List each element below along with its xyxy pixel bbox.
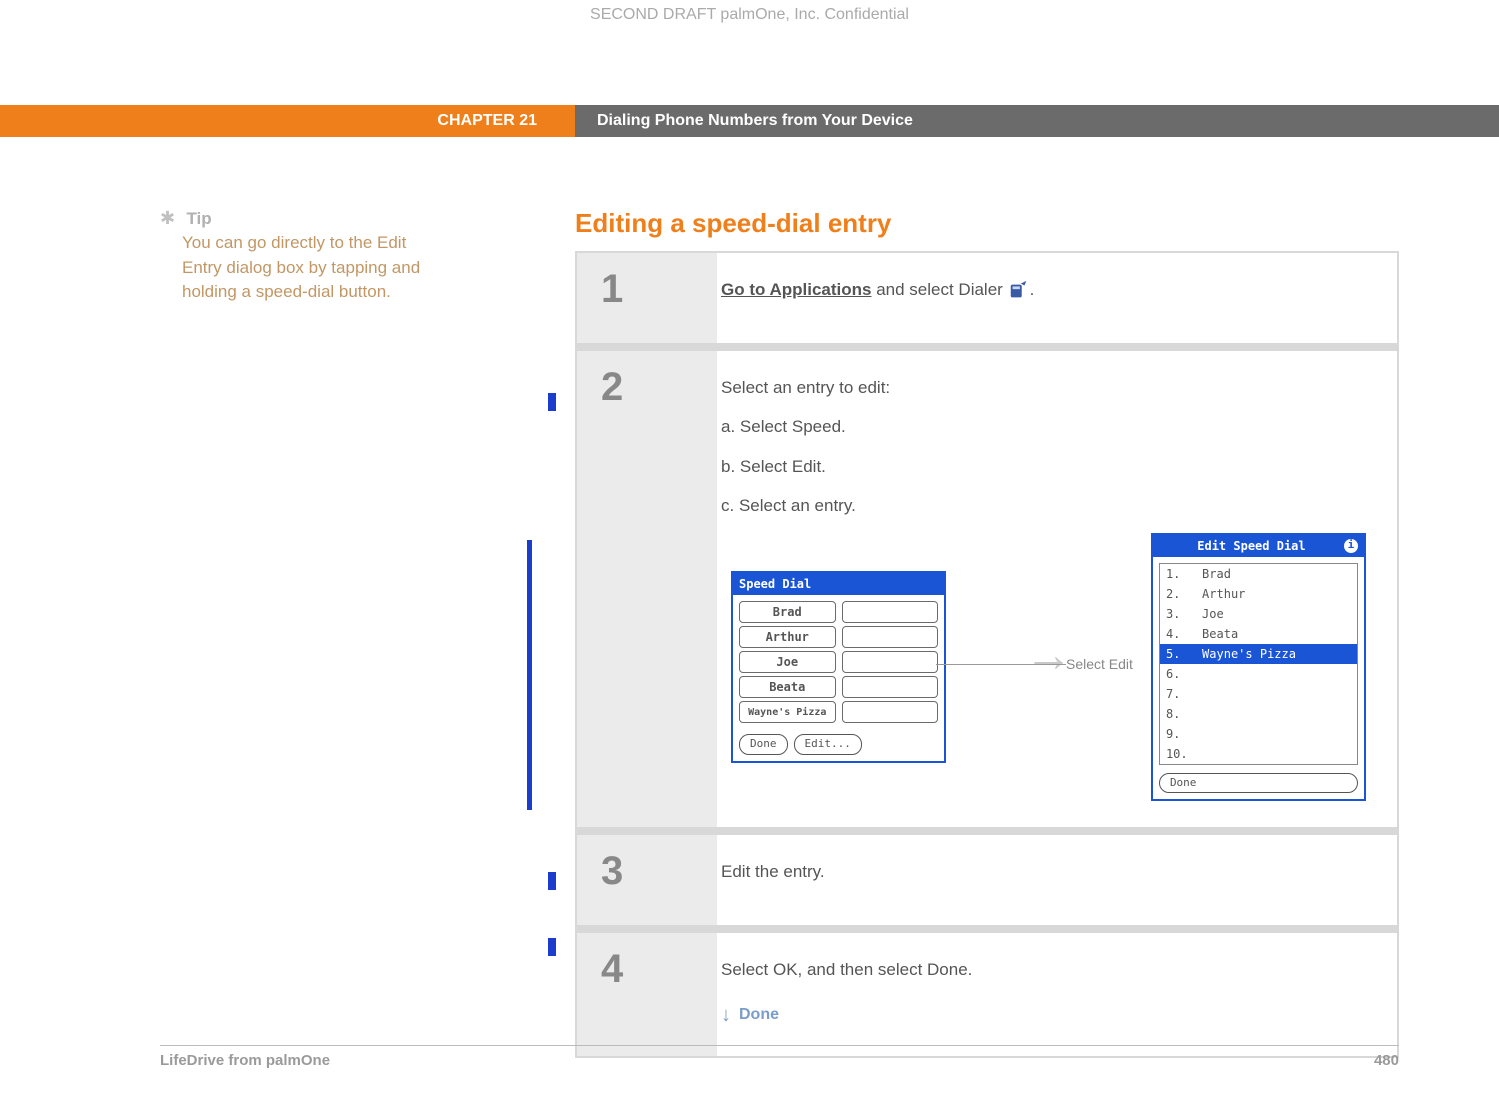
speed-dial-empty[interactable] xyxy=(842,701,939,723)
step-2: 2 Select an entry to edit: a. Select Spe… xyxy=(577,351,1397,836)
step-1-text: and select Dialer xyxy=(871,280,1007,299)
chapter-number: CHAPTER 21 xyxy=(0,105,575,137)
revision-marker-icon xyxy=(527,540,532,810)
speed-dial-entry[interactable]: Beata xyxy=(739,676,836,698)
step-4-text: Select OK, and then select Done. xyxy=(721,957,1367,983)
page-footer: LifeDrive from palmOne 480 xyxy=(160,1045,1399,1069)
speed-dial-done-button[interactable]: Done xyxy=(739,734,788,755)
footer-product: LifeDrive from palmOne xyxy=(160,1052,330,1069)
footer-page-number: 480 xyxy=(1374,1052,1399,1069)
chapter-title: Dialing Phone Numbers from Your Device xyxy=(575,105,1499,137)
step-number: 2 xyxy=(577,351,717,828)
tip-body: You can go directly to the Edit Entry di… xyxy=(182,231,432,305)
tip-asterisk-icon: ✱ xyxy=(160,208,182,229)
chapter-bar: CHAPTER 21 Dialing Phone Numbers from Yo… xyxy=(0,105,1499,137)
step-number: 3 xyxy=(577,835,717,925)
revision-marker-icon xyxy=(548,938,556,956)
tip-sidebar: ✱ Tip You can go directly to the Edit En… xyxy=(160,208,575,1058)
list-item[interactable]: 4. Beata xyxy=(1160,624,1357,644)
list-item[interactable]: 2. Arthur xyxy=(1160,584,1357,604)
revision-marker-icon xyxy=(548,393,556,411)
list-item-selected[interactable]: 5. Wayne's Pizza xyxy=(1160,644,1357,664)
edit-speed-dial-title: Edit Speed Dial i xyxy=(1153,535,1364,557)
step-2-c: c. Select an entry. xyxy=(721,493,1367,519)
speed-dial-entry[interactable]: Brad xyxy=(739,601,836,623)
list-item[interactable]: 7. xyxy=(1160,684,1357,704)
edit-speed-dial-done-button[interactable]: Done xyxy=(1159,773,1358,794)
info-icon[interactable]: i xyxy=(1344,539,1358,553)
list-item[interactable]: 3. Joe xyxy=(1160,604,1357,624)
callout-line xyxy=(936,664,1066,665)
speed-dial-empty[interactable] xyxy=(842,626,939,648)
speed-dial-entry[interactable]: Arthur xyxy=(739,626,836,648)
list-item[interactable]: 10. xyxy=(1160,744,1357,764)
dialer-icon xyxy=(1008,280,1030,298)
speed-dial-empty[interactable] xyxy=(842,651,939,673)
step-1-tail: . xyxy=(1030,280,1035,299)
list-item[interactable]: 9. xyxy=(1160,724,1357,744)
step-number: 1 xyxy=(577,253,717,343)
section-title: Editing a speed-dial entry xyxy=(575,208,1399,239)
step-number: 4 xyxy=(577,933,717,1057)
step-1: 1 Go to Applications and select Dialer . xyxy=(577,253,1397,351)
speed-dial-edit-button[interactable]: Edit... xyxy=(794,734,862,755)
go-to-applications-link[interactable]: Go to Applications xyxy=(721,280,871,299)
step-2-b: b. Select Edit. xyxy=(721,454,1367,480)
done-arrow-icon: ↓ xyxy=(721,1000,731,1030)
speed-dial-empty[interactable] xyxy=(842,676,939,698)
list-item[interactable]: 1. Brad xyxy=(1160,564,1357,584)
revision-marker-icon xyxy=(548,872,556,890)
done-label: Done xyxy=(739,1003,779,1027)
speed-dial-entry[interactable]: Joe xyxy=(739,651,836,673)
confidential-header: SECOND DRAFT palmOne, Inc. Confidential xyxy=(0,6,1499,24)
speed-dial-screen: Speed Dial Brad Arthur Joe Beata Wayne's… xyxy=(731,571,946,763)
step-2-a: a. Select Speed. xyxy=(721,414,1367,440)
step-3: 3 Edit the entry. xyxy=(577,835,1397,933)
step-2-intro: Select an entry to edit: xyxy=(721,375,1367,401)
steps-container: 1 Go to Applications and select Dialer .… xyxy=(575,251,1399,1058)
speed-dial-entry[interactable]: Wayne's Pizza xyxy=(739,701,836,723)
list-item[interactable]: 8. xyxy=(1160,704,1357,724)
edit-speed-dial-screen: Edit Speed Dial i 1. Brad 2. Arthur 3. J… xyxy=(1151,533,1366,802)
speed-dial-title: Speed Dial xyxy=(733,573,944,595)
step-4: 4 Select OK, and then select Done. ↓ Don… xyxy=(577,933,1397,1057)
tip-label: Tip xyxy=(186,209,211,228)
list-item[interactable]: 6. xyxy=(1160,664,1357,684)
select-edit-callout: Select Edit xyxy=(1066,654,1133,675)
speed-dial-empty[interactable] xyxy=(842,601,939,623)
step-3-text: Edit the entry. xyxy=(721,859,1367,885)
